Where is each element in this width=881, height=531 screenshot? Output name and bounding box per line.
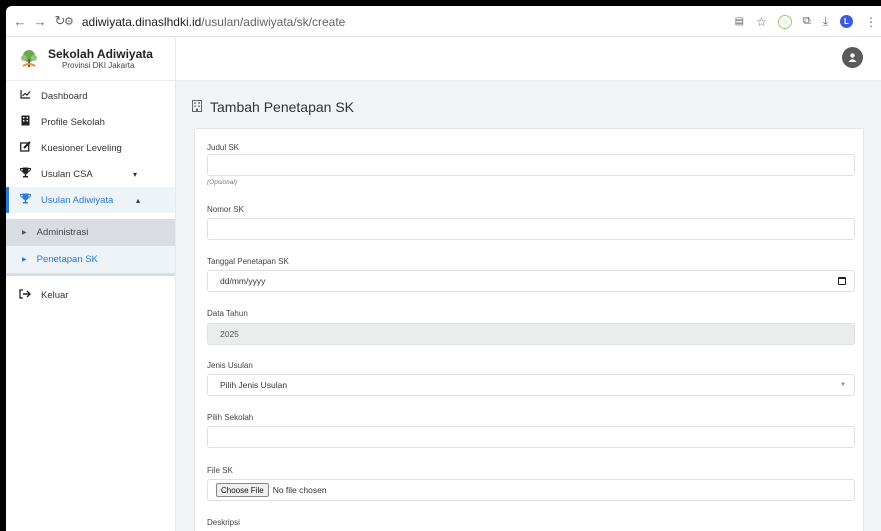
pilih-sekolah-input[interactable] — [207, 426, 855, 448]
trophy-icon — [19, 193, 31, 207]
sidebar-item-kuesioner-leveling[interactable]: Kuesioner Leveling — [6, 135, 175, 161]
bookmark-star-icon[interactable]: ☆ — [756, 15, 767, 29]
choose-file-button[interactable]: Choose File — [216, 483, 269, 497]
menu-kebab-icon[interactable]: ⋮ — [865, 15, 877, 29]
user-avatar[interactable] — [842, 47, 863, 68]
chevron-down-icon: ▾ — [132, 169, 137, 179]
address-bar[interactable]: ⚙ adiwiyata.dinaslhdki.id/usulan/adiwiya… — [64, 10, 726, 33]
forward-icon[interactable]: → — [30, 14, 50, 29]
edit-icon — [19, 141, 31, 155]
submenu-item-administrasi[interactable]: ▶ Administrasi — [6, 219, 175, 246]
sidebar: Sekolah Adiwiyata Provinsi DKI Jakarta D… — [6, 37, 176, 531]
sidebar-item-profile-sekolah[interactable]: Profile Sekolah — [6, 109, 175, 135]
chart-line-icon — [19, 90, 31, 102]
submenu-divider — [6, 273, 175, 276]
url-domain: adiwiyata.dinaslhdki.id — [81, 14, 202, 29]
deskripsi-label: Deskripsi — [207, 518, 240, 527]
building-icon — [192, 99, 202, 115]
url-path: /usulan/adiwiyata/sk/create — [201, 14, 346, 29]
file-sk-input[interactable]: Choose File No file chosen — [207, 479, 855, 501]
translate-icon[interactable]: ▤ — [735, 16, 744, 27]
sidebar-menu: Dashboard Profile Sekolah Kuesioner Leve… — [6, 83, 175, 213]
trophy-icon — [19, 167, 31, 181]
caret-right-icon: ▶ — [22, 230, 27, 236]
user-icon — [848, 53, 857, 62]
tanggal-penetapan-label: Tanggal Penetapan SK — [207, 257, 289, 266]
judul-sk-input[interactable] — [207, 154, 855, 176]
file-status: No file chosen — [272, 485, 327, 495]
jenis-usulan-selected: Pilih Jenis Usulan — [220, 380, 288, 390]
caret-right-icon: ▶ — [22, 257, 27, 263]
sidebar-item-label: Profile Sekolah — [41, 116, 105, 128]
data-tahun-label: Data Tahun — [207, 309, 248, 318]
submenu-usulan-adiwiyata: ▶ Administrasi ▶ Penetapan SK — [6, 219, 175, 276]
jenis-usulan-label: Jenis Usulan — [207, 361, 253, 370]
sidebar-item-label: Usulan Adiwiyata — [41, 194, 114, 206]
nomor-sk-label: Nomor SK — [207, 205, 244, 214]
brand-subtitle: Provinsi DKI Jakarta — [62, 61, 135, 70]
submenu-item-label: Penetapan SK — [36, 254, 98, 265]
page-title-text: Tambah Penetapan SK — [210, 99, 354, 115]
judul-sk-hint: (Opsional) — [207, 179, 237, 186]
browser-toolbar: ← → ↻ ⚙ adiwiyata.dinaslhdki.id/usulan/a… — [6, 6, 881, 37]
top-header — [176, 37, 881, 81]
building-icon — [19, 115, 31, 129]
brand[interactable]: Sekolah Adiwiyata Provinsi DKI Jakarta — [6, 37, 175, 81]
site-settings-icon[interactable]: ⚙ — [64, 15, 74, 28]
sign-out-icon — [19, 288, 31, 302]
pilih-sekolah-label: Pilih Sekolah — [207, 413, 254, 422]
page-title: Tambah Penetapan SK — [192, 99, 354, 115]
nomor-sk-input[interactable] — [207, 218, 855, 240]
calendar-icon[interactable] — [838, 277, 846, 285]
main-content: Tambah Penetapan SK Judul SK (Opsional) … — [176, 81, 881, 531]
download-icon[interactable]: ⤓ — [823, 14, 828, 29]
sidebar-item-label: Usulan CSA — [41, 168, 93, 180]
sidebar-item-usulan-csa[interactable]: Usulan CSA ▾ — [6, 161, 175, 187]
profile-avatar[interactable]: L — [840, 15, 853, 28]
browser-window: ← → ↻ ⚙ adiwiyata.dinaslhdki.id/usulan/a… — [6, 6, 881, 531]
tanggal-penetapan-input[interactable]: dd/mm/yyyy — [207, 270, 855, 292]
sidebar-item-keluar[interactable]: Keluar — [6, 282, 175, 308]
file-sk-label: File SK — [207, 466, 233, 475]
extensions-puzzle-icon[interactable]: ⧉ — [803, 15, 811, 28]
submenu-item-label: Administrasi — [36, 227, 89, 238]
jenis-usulan-select[interactable]: Pilih Jenis Usulan ▼ — [207, 374, 855, 396]
adiwiyata-logo-icon — [18, 48, 40, 70]
sidebar-menu-bottom: Keluar — [6, 282, 175, 308]
sidebar-item-label: Dashboard — [41, 90, 88, 102]
date-placeholder: dd/mm/yyyy — [220, 276, 266, 286]
submenu-item-penetapan-sk[interactable]: ▶ Penetapan SK — [6, 246, 175, 273]
brand-title: Sekolah Adiwiyata — [48, 47, 153, 61]
chevron-up-icon: ▴ — [135, 195, 140, 205]
browser-actions: ▤ ☆ ⧉ ⤓ L ⋮ — [735, 6, 881, 37]
back-icon[interactable]: ← — [10, 14, 30, 29]
chevron-down-icon: ▼ — [840, 382, 846, 388]
judul-sk-label: Judul SK — [207, 143, 240, 152]
extension-icon[interactable] — [778, 15, 791, 28]
data-tahun-input: 2025 — [207, 323, 855, 345]
form-card: Judul SK (Opsional) Nomor SK Tanggal Pen… — [194, 128, 864, 531]
sidebar-item-usulan-adiwiyata[interactable]: Usulan Adiwiyata ▴ — [6, 187, 175, 213]
sidebar-item-dashboard[interactable]: Dashboard — [6, 83, 175, 109]
sidebar-item-label: Kuesioner Leveling — [41, 142, 122, 154]
sidebar-item-label: Keluar — [41, 289, 69, 301]
